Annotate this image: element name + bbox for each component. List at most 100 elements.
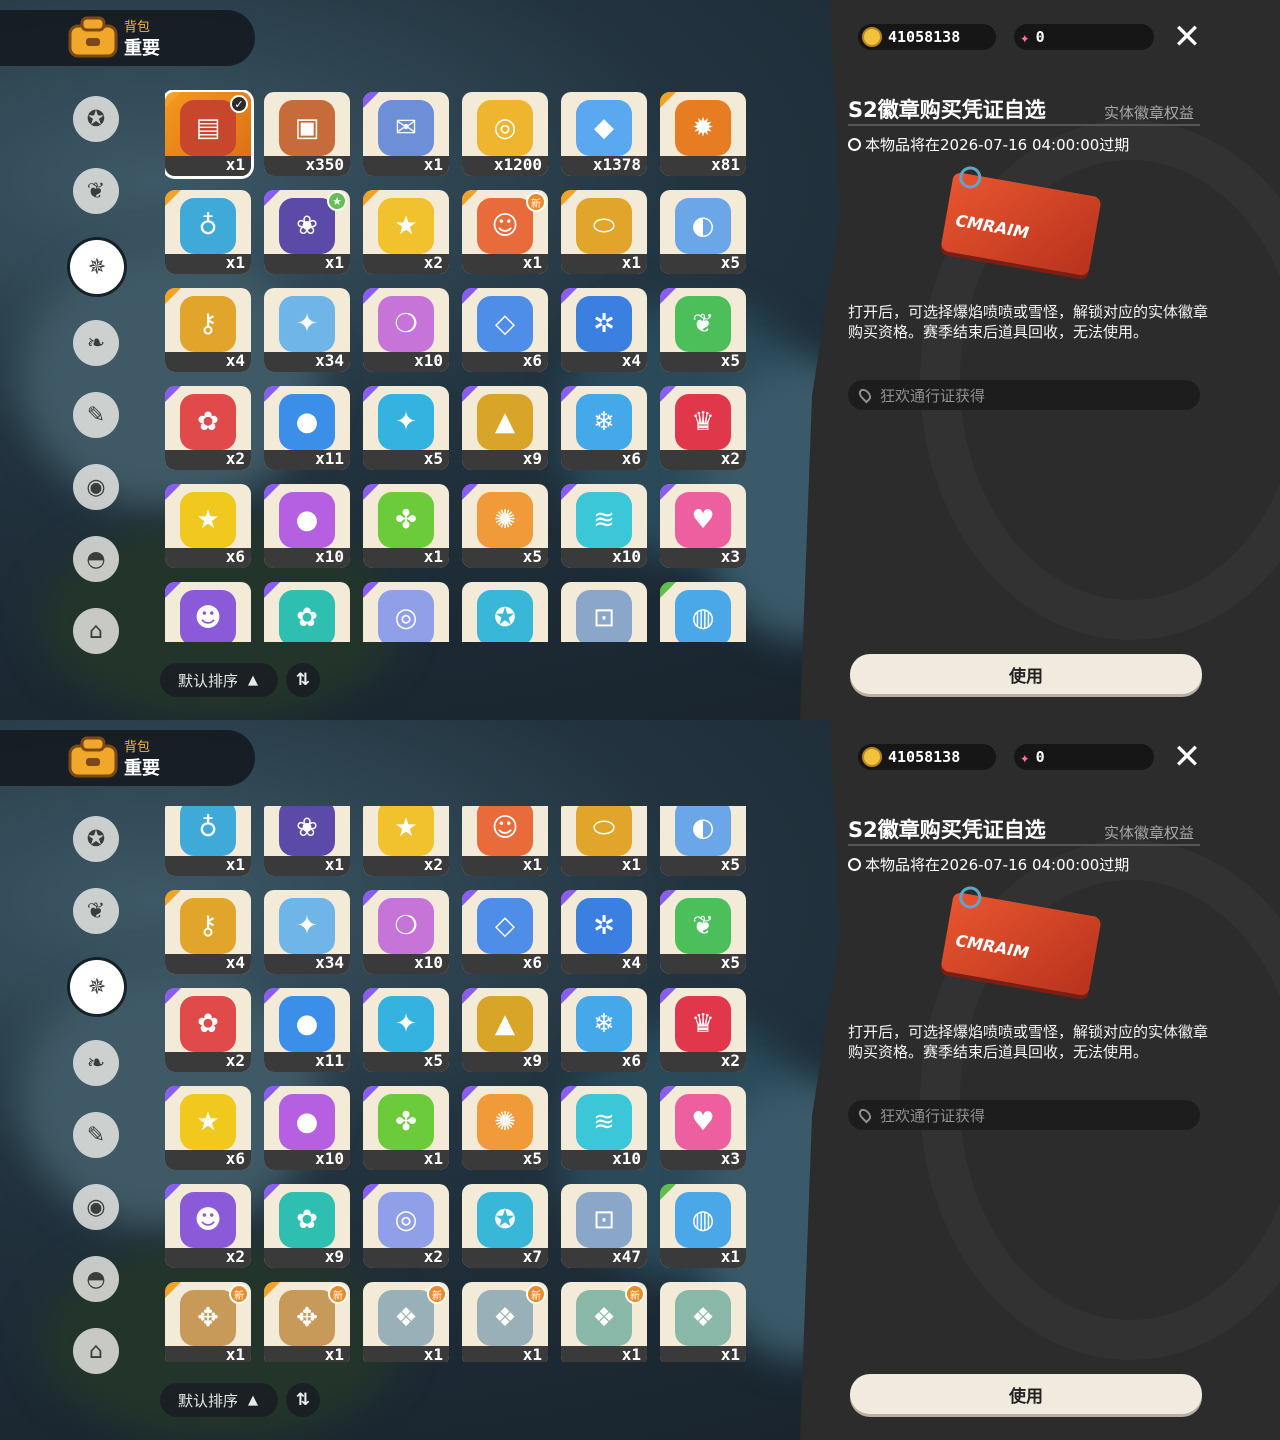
item-slot-violet-potion[interactable]: ● x10 [264,1086,350,1170]
item-slot-gold-potion[interactable]: ▲ x9 [462,386,548,470]
item-slot-pink-potion[interactable]: ♥ x3 [660,484,746,568]
item-slot-blue-star[interactable]: ✪ [462,582,548,642]
use-button[interactable]: 使用 [850,1374,1202,1414]
item-slot-gold-potion[interactable]: ▲ x9 [462,988,548,1072]
item-slot-blue-star[interactable]: ✪ x7 [462,1184,548,1268]
item-slot-scroll-blue[interactable]: ❖ x1 新 [363,1282,449,1362]
item-slot-gold-key[interactable]: ⚷ x4 [165,890,251,974]
item-slot-pouch[interactable]: ❀ x1 [264,806,350,876]
item-slot-cyan-potion[interactable]: ✦ x5 [363,386,449,470]
item-slot-card[interactable]: ▣ x350 [264,92,350,176]
item-slot-mirror[interactable]: ⬭ x1 [561,190,647,274]
item-slot-sky-potion[interactable]: ❄ x6 [561,988,647,1072]
item-slot-teal-potion[interactable]: ≋ x10 [561,484,647,568]
item-slot-crystal-ball[interactable]: ◍ x1 [660,1184,746,1268]
item-grid[interactable]: ♁ x1 ❀ x1 ★ x2 ☺ x1 ⬭ x1 ◐ x5 ⚷ x4 ✦ x34 ❍ x10 ◇ x6 ✲ x4 ❦ x5 ✿ x… [165,806,750,1362]
scroll-card-icon[interactable]: ✎ [73,392,119,438]
armchair-icon[interactable]: ⌂ [73,608,119,654]
item-slot-scroll-teal[interactable]: ❖ x1 新 [561,1282,647,1362]
item-slot-yellow-potion[interactable]: ★ x6 [165,484,251,568]
item-slot-swirl-potion[interactable]: ◎ [363,582,449,642]
sort-order-toggle-icon[interactable]: ⇅ [286,1383,320,1417]
star-badge-icon[interactable]: ✪ [73,96,119,142]
item-slot-blue-orb[interactable]: ◐ x5 [660,806,746,876]
item-slot-blue-flask[interactable]: ♁ x1 [165,806,251,876]
item-slot-teal-potion[interactable]: ≋ x10 [561,1086,647,1170]
item-slot-lime-potion[interactable]: ✤ x1 [363,484,449,568]
item-slot-violet-potion[interactable]: ● x10 [264,484,350,568]
tab-label-bag: 背包 [124,740,151,755]
item-slot-blue-orb[interactable]: ◐ x5 [660,190,746,274]
item-slot-pink-potion[interactable]: ♥ x3 [660,1086,746,1170]
item-slot-sky-potion[interactable]: ❄ x6 [561,386,647,470]
item-slot-blue-potion[interactable]: ✲ x4 [561,288,647,372]
item-slot-crown-potion[interactable]: ♛ x2 [660,386,746,470]
item-slot-blue-drop-potion[interactable]: ● x11 [264,988,350,1072]
item-slot-scroll-teal-2[interactable]: ❖ x1 [660,1282,746,1362]
item-slot-pouch[interactable]: ❀ x1 ★ [264,190,350,274]
sort-order-toggle-icon[interactable]: ⇅ [286,663,320,697]
leaf-sprout-icon[interactable]: ❦ [73,168,119,214]
item-slot-letter[interactable]: ✉ x1 [363,92,449,176]
item-slot-orange-potion[interactable]: ✺ x5 [462,484,548,568]
item-slot-red-potion[interactable]: ✿ x2 [165,386,251,470]
item-slot-orange-potion[interactable]: ✺ x5 [462,1086,548,1170]
mask-icon: ☺ [477,198,533,254]
item-slot-swirl-potion[interactable]: ◎ x2 [363,1184,449,1268]
item-slot-prism[interactable]: ◆ x1378 [561,92,647,176]
item-slot-crystal-potion[interactable]: ◇ x6 [462,890,548,974]
item-slot-paw-map[interactable]: ✥ x1 新 [165,1282,251,1362]
acorn-icon[interactable]: ◓ [73,536,119,582]
leaves-icon[interactable]: ❧ [73,1040,119,1086]
item-slot-blue-flask[interactable]: ♁ x1 [165,190,251,274]
item-slot-mask[interactable]: ☺ x1 新 [462,190,548,274]
item-slot-crown-potion[interactable]: ♛ x2 [660,988,746,1072]
item-slot-star-wand[interactable]: ✦ x34 [264,288,350,372]
item-slot-sun-coin[interactable]: ✹ x81 [660,92,746,176]
sort-dropdown[interactable]: 默认排序 ▲ [160,1383,278,1417]
item-slot-ticket[interactable]: ▤ x1 ✓ [165,92,251,176]
item-slot-mask[interactable]: ☺ x1 [462,806,548,876]
item-slot-teal-flower-potion[interactable]: ✿ x9 [264,1184,350,1268]
item-slot-robot-coin[interactable]: ⊡ x47 [561,1184,647,1268]
item-slot-gold-star[interactable]: ★ x2 [363,190,449,274]
item-slot-crystal-ball[interactable]: ◍ [660,582,746,642]
item-slot-lime-potion[interactable]: ✤ x1 [363,1086,449,1170]
use-button[interactable]: 使用 [850,654,1202,694]
item-slot-camera[interactable]: ◎ x1200 [462,92,548,176]
leaf-sprout-icon[interactable]: ❦ [73,888,119,934]
item-slot-rainbow-potion[interactable]: ❍ x10 [363,890,449,974]
star-badge-icon[interactable]: ✪ [73,816,119,862]
item-slot-purple-ghost-potion[interactable]: ☻ x2 [165,1184,251,1268]
item-slot-yellow-potion[interactable]: ★ x6 [165,1086,251,1170]
item-slot-paw-map-2[interactable]: ✥ x1 新 [264,1282,350,1362]
item-slot-crystal-potion[interactable]: ◇ x6 [462,288,548,372]
item-slot-robot-coin[interactable]: ⊡ [561,582,647,642]
item-slot-teal-flower-potion[interactable]: ✿ [264,582,350,642]
item-slot-rainbow-potion[interactable]: ❍ x10 [363,288,449,372]
scroll-card-icon[interactable]: ✎ [73,1112,119,1158]
item-slot-scroll-blue-2[interactable]: ❖ x1 新 [462,1282,548,1362]
item-slot-gold-star[interactable]: ★ x2 [363,806,449,876]
item-slot-mirror[interactable]: ⬭ x1 [561,806,647,876]
armchair-icon[interactable]: ⌂ [73,1328,119,1374]
item-slot-gold-key[interactable]: ⚷ x4 [165,288,251,372]
spiky-star-icon[interactable]: ✵ [70,960,124,1014]
item-slot-purple-ghost-potion[interactable]: ☻ [165,582,251,642]
item-slot-green-potion[interactable]: ❦ x5 [660,288,746,372]
item-slot-cyan-potion[interactable]: ✦ x5 [363,988,449,1072]
item-slot-star-wand[interactable]: ✦ x34 [264,890,350,974]
close-icon[interactable]: ✕ [1168,17,1206,57]
item-slot-blue-potion[interactable]: ✲ x4 [561,890,647,974]
item-slot-blue-drop-potion[interactable]: ● x11 [264,386,350,470]
sort-dropdown[interactable]: 默认排序 ▲ [160,663,278,697]
item-slot-green-potion[interactable]: ❦ x5 [660,890,746,974]
item-grid[interactable]: ▤ x1 ✓ ▣ x350 ✉ x1 ◎ x1200 ◆ x1378 ✹ x81 ♁ x1 ❀ x1 ★ ★ x2 ☺ x… [165,90,750,642]
item-slot-red-potion[interactable]: ✿ x2 [165,988,251,1072]
acorn-icon[interactable]: ◓ [73,1256,119,1302]
leaves-icon[interactable]: ❧ [73,320,119,366]
egg-dots-icon[interactable]: ◉ [73,1184,119,1230]
spiky-star-icon[interactable]: ✵ [70,240,124,294]
close-icon[interactable]: ✕ [1168,737,1206,777]
egg-dots-icon[interactable]: ◉ [73,464,119,510]
